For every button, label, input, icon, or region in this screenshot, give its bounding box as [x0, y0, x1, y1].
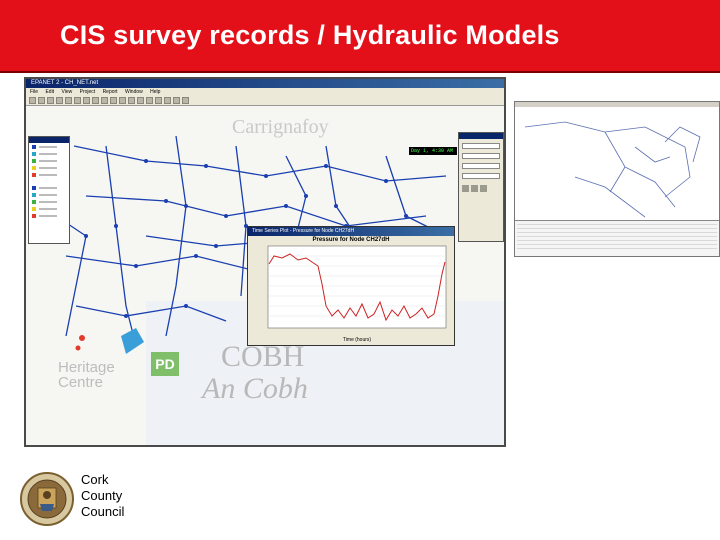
legend-row: [32, 150, 69, 157]
browser-dropdown[interactable]: [462, 143, 500, 149]
browser-panel: [458, 132, 504, 242]
pd-badge: PD: [151, 352, 179, 376]
app-titlebar: EPANET 2 - CH_NET.net: [26, 79, 504, 88]
map-label-an-cobh: An Cobh: [202, 372, 308, 405]
legend-row: [32, 205, 69, 212]
council-line-1: Cork: [81, 472, 109, 487]
menu-item: Edit: [45, 89, 55, 95]
overview-screenshot: [514, 101, 720, 257]
toolbar-icon: [110, 97, 117, 104]
browser-dropdown[interactable]: [462, 153, 500, 159]
map-label-carrignafoy: Carrignafoy: [232, 116, 329, 138]
heritage-line2: Centre: [58, 374, 104, 391]
app-title: EPANET 2 - CH_NET.net: [31, 80, 99, 86]
toolbar-icon: [137, 97, 144, 104]
council-line-3: Council: [81, 504, 125, 519]
menu-item: Project: [79, 89, 96, 95]
toolbar-icon: [146, 97, 153, 104]
app-toolbar: [26, 96, 504, 106]
toolbar-icon: [164, 97, 171, 104]
legend-row: [32, 184, 69, 191]
toolbar-icon: [101, 97, 108, 104]
legend-row: [32, 171, 69, 178]
menu-item: Report: [102, 89, 118, 95]
plot-window-title: Time Series Plot - Pressure for Node CH2…: [248, 227, 454, 236]
network-legend-panel: [28, 136, 70, 244]
legend-row: [32, 191, 69, 198]
cork-county-council-crest-icon: [20, 472, 74, 526]
heritage-line1: Heritage: [58, 359, 115, 376]
forward-icon[interactable]: [480, 185, 487, 192]
toolbar-icon: [173, 97, 180, 104]
slide-title: CIS survey records / Hydraulic Models: [60, 20, 560, 50]
council-line-2: County: [81, 488, 123, 503]
playback-controls: [462, 185, 500, 192]
menu-item: View: [61, 89, 73, 95]
legend-row: [32, 157, 69, 164]
legend-row: [32, 164, 69, 171]
toolbar-icon: [65, 97, 72, 104]
overview-network: [524, 121, 701, 218]
toolbar-icon: [83, 97, 90, 104]
pressure-plot: Time (hours): [267, 245, 447, 343]
council-name: Cork County Council: [81, 472, 124, 520]
map-label-heritage: Heritage Centre: [58, 360, 115, 390]
browser-titlebar: [459, 133, 503, 139]
slide: CIS survey records / Hydraulic Models EP…: [0, 0, 720, 540]
toolbar-icon: [155, 97, 162, 104]
toolbar-icon: [92, 97, 99, 104]
network-map: Carrignafoy COBH An Cobh Heritage Centre…: [26, 106, 504, 445]
play-icon[interactable]: [471, 185, 478, 192]
browser-dropdown[interactable]: [462, 163, 500, 169]
toolbar-icon: [182, 97, 189, 104]
toolbar-icon: [128, 97, 135, 104]
toolbar-icon: [74, 97, 81, 104]
menu-item: File: [30, 89, 39, 95]
simulation-time-readout: Day 1, 4:30 AM: [409, 147, 457, 155]
menu-item: Window: [124, 89, 143, 95]
toolbar-icon: [119, 97, 126, 104]
epanet-screenshot: EPANET 2 - CH_NET.net File Edit View Pro…: [24, 77, 506, 447]
plot-title: Pressure for Node CH27dH: [312, 237, 390, 243]
toolbar-icon: [56, 97, 63, 104]
plot-xlabel: Time (hours): [343, 337, 371, 343]
legend-row: [32, 198, 69, 205]
overview-table: [515, 220, 719, 256]
title-banner: CIS survey records / Hydraulic Models: [0, 0, 720, 73]
legend-row: [32, 212, 69, 219]
rewind-icon[interactable]: [462, 185, 469, 192]
legend-row: [32, 143, 69, 150]
menu-item: Help: [150, 89, 161, 95]
app-menubar: File Edit View Project Report Window Hel…: [26, 88, 504, 96]
time-series-plot-window: Time Series Plot - Pressure for Node CH2…: [247, 226, 455, 346]
toolbar-icon: [47, 97, 54, 104]
toolbar-icon: [29, 97, 36, 104]
toolbar-icon: [38, 97, 45, 104]
browser-dropdown[interactable]: [462, 173, 500, 179]
